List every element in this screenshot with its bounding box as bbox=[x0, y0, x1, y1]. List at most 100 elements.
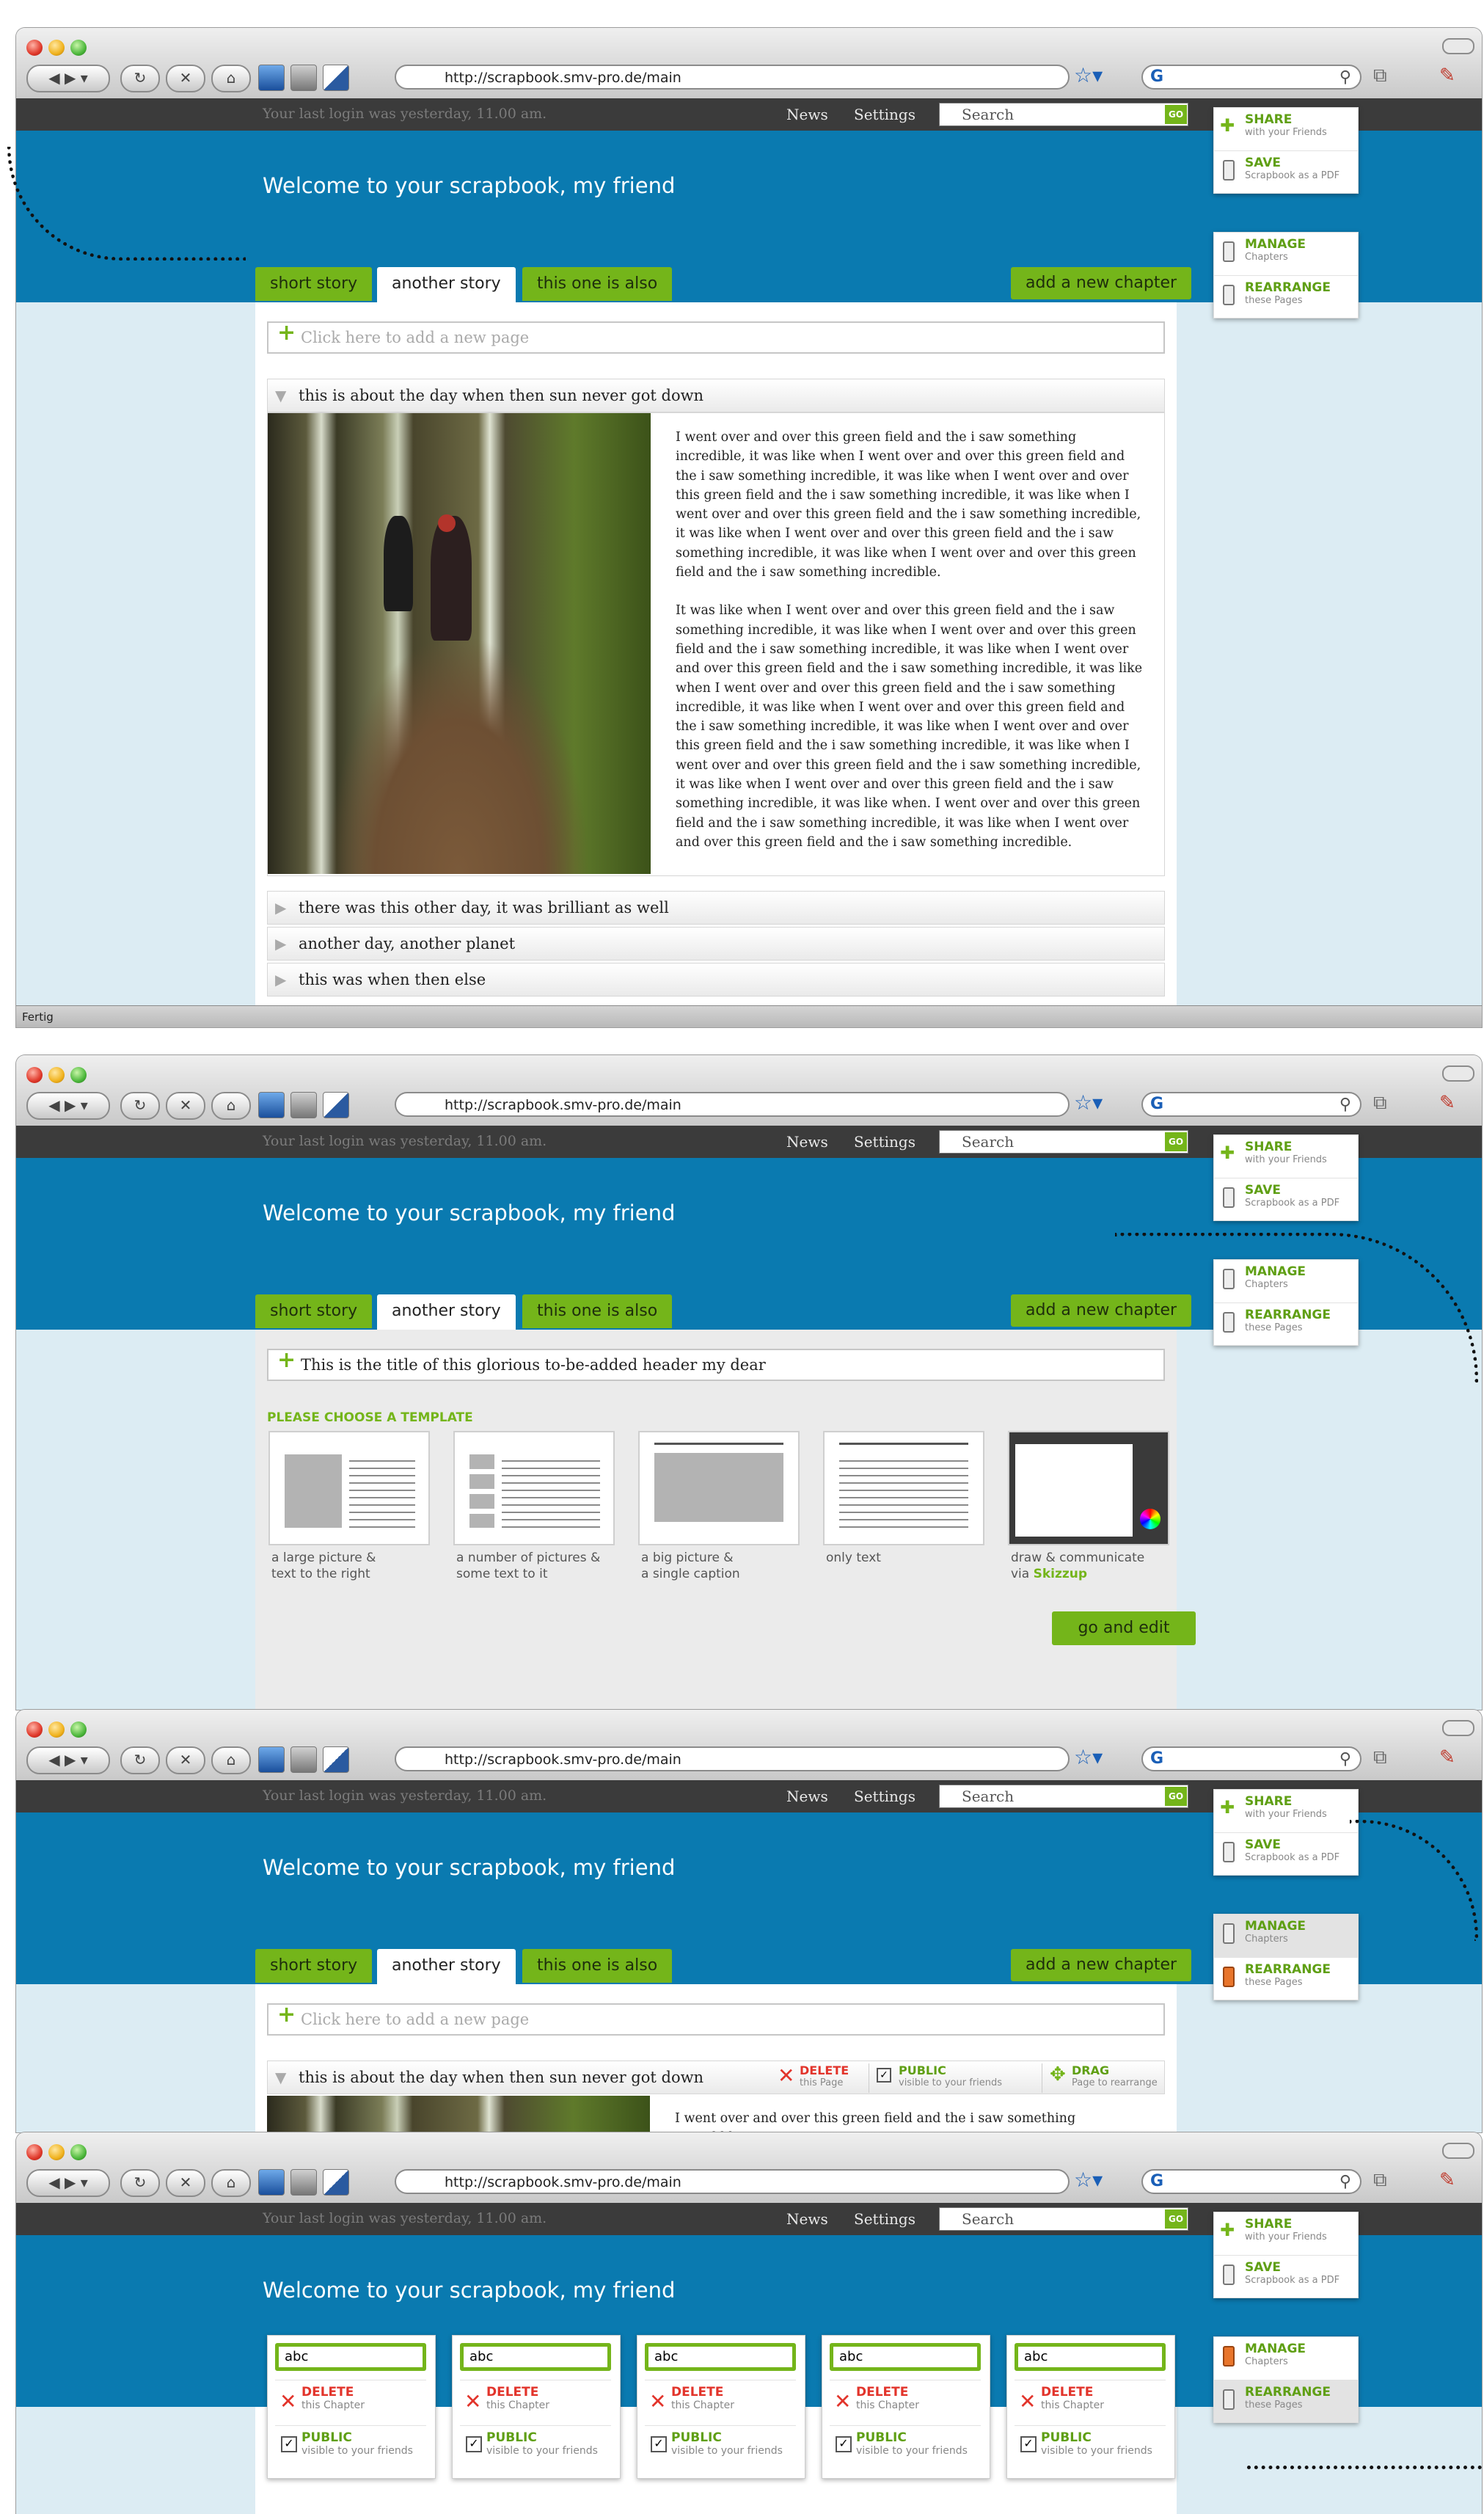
template-number-of-pictures[interactable] bbox=[453, 1431, 615, 1545]
public-page-toggle[interactable]: ✓ PUBLIC visible to your friends bbox=[869, 2063, 1031, 2093]
reload-button[interactable]: ↻ bbox=[120, 2169, 160, 2197]
save-menu-item[interactable]: SAVE Scrapbook as a PDF bbox=[1214, 2255, 1358, 2298]
tab-short-story[interactable]: short story bbox=[255, 1949, 373, 1983]
back-forward-button[interactable]: ◀ ▶ ▾ bbox=[26, 1746, 110, 1774]
new-page-title-input[interactable]: This is the title of this glorious to-be… bbox=[267, 1349, 1165, 1381]
tab-short-story[interactable]: short story bbox=[255, 1294, 373, 1328]
reload-button[interactable]: ↻ bbox=[120, 1092, 160, 1120]
manage-menu-item[interactable]: MANAGE Chapters bbox=[1214, 233, 1358, 275]
bookmark-star-icon[interactable]: ☆▾ bbox=[1074, 1090, 1103, 1115]
home-button[interactable]: ⌂ bbox=[211, 65, 251, 92]
bookmarks-icon[interactable] bbox=[258, 1746, 285, 1773]
nav-settings-link[interactable]: Settings bbox=[854, 106, 915, 123]
back-forward-button[interactable]: ◀ ▶ ▾ bbox=[26, 65, 110, 92]
search-go-button[interactable]: GO bbox=[1165, 2209, 1187, 2229]
search-go-button[interactable]: GO bbox=[1165, 1132, 1187, 1151]
screenshot-icon[interactable] bbox=[323, 1746, 349, 1773]
manage-menu-item[interactable]: MANAGE Chapters bbox=[1214, 1914, 1358, 1957]
chapter-name-input[interactable]: abc bbox=[275, 2343, 426, 2371]
bookmark-star-icon[interactable]: ☆▾ bbox=[1074, 2168, 1103, 2192]
chapter-name-input[interactable]: abc bbox=[460, 2343, 611, 2371]
page-accordion-collapsed[interactable]: ▶ this was when then else bbox=[267, 963, 1165, 997]
bookmark-star-icon[interactable]: ☆▾ bbox=[1074, 1745, 1103, 1769]
zoom-window-button[interactable] bbox=[70, 1721, 87, 1738]
nav-news-link[interactable]: News bbox=[786, 1788, 828, 1805]
share-menu-item[interactable]: ✚ SHARE with your Friends bbox=[1214, 108, 1358, 150]
minimize-window-button[interactable] bbox=[48, 2144, 65, 2160]
public-chapter-toggle[interactable]: ✓ PUBLIC visible to your friends bbox=[1015, 2425, 1166, 2470]
delete-page-button[interactable]: ✕ DELETE this Page bbox=[778, 2063, 858, 2093]
stop-button[interactable]: ✕ bbox=[166, 1746, 205, 1774]
screenshot-icon[interactable] bbox=[323, 65, 349, 91]
tab-another-story[interactable]: another story bbox=[377, 1949, 516, 1984]
tab-this-one-is-also[interactable]: this one is also bbox=[522, 267, 673, 301]
delete-chapter-button[interactable]: ✕ DELETE this Chapter bbox=[275, 2380, 426, 2424]
search-go-button[interactable]: GO bbox=[1165, 1787, 1187, 1806]
tab-this-one-is-also[interactable]: this one is also bbox=[522, 1949, 673, 1983]
template-skizzup[interactable] bbox=[1008, 1431, 1169, 1545]
add-chapter-button[interactable]: add a new chapter bbox=[1011, 1949, 1192, 1981]
template-large-picture-text[interactable] bbox=[268, 1431, 430, 1545]
public-chapter-toggle[interactable]: ✓ PUBLIC visible to your friends bbox=[275, 2425, 426, 2470]
tag-icon[interactable] bbox=[290, 65, 317, 91]
url-bar[interactable]: http://scrapbook.smv-pro.de/main bbox=[395, 1746, 1070, 1771]
share-menu-item[interactable]: ✚ SHARE with your Friends bbox=[1214, 1790, 1358, 1832]
tag-icon[interactable] bbox=[290, 2169, 317, 2196]
back-forward-button[interactable]: ◀ ▶ ▾ bbox=[26, 1092, 110, 1120]
home-button[interactable]: ⌂ bbox=[211, 1092, 251, 1120]
public-chapter-toggle[interactable]: ✓ PUBLIC visible to your friends bbox=[645, 2425, 796, 2470]
delete-chapter-button[interactable]: ✕ DELETE this Chapter bbox=[1015, 2380, 1166, 2424]
reload-button[interactable]: ↻ bbox=[120, 65, 160, 92]
back-forward-button[interactable]: ◀ ▶ ▾ bbox=[26, 2169, 110, 2197]
manage-menu-item[interactable]: MANAGE Chapters bbox=[1214, 2337, 1358, 2380]
new-window-icon[interactable]: ⧉ bbox=[1373, 2169, 1387, 2192]
bookmarks-icon[interactable] bbox=[258, 65, 285, 91]
new-window-icon[interactable]: ⧉ bbox=[1373, 1746, 1387, 1769]
url-bar[interactable]: http://scrapbook.smv-pro.de/main bbox=[395, 2169, 1070, 2194]
public-chapter-toggle[interactable]: ✓ PUBLIC visible to your friends bbox=[830, 2425, 981, 2470]
home-button[interactable]: ⌂ bbox=[211, 1746, 251, 1774]
close-window-button[interactable] bbox=[26, 40, 43, 56]
toolbar-toggle-button[interactable] bbox=[1442, 1065, 1474, 1082]
new-window-icon[interactable]: ⧉ bbox=[1373, 1092, 1387, 1115]
stop-button[interactable]: ✕ bbox=[166, 2169, 205, 2197]
edit-page-icon[interactable]: ✎ bbox=[1439, 65, 1455, 87]
screenshot-icon[interactable] bbox=[323, 1092, 349, 1118]
nav-news-link[interactable]: News bbox=[786, 1133, 828, 1151]
share-menu-item[interactable]: ✚ SHARE with your Friends bbox=[1214, 1135, 1358, 1178]
zoom-window-button[interactable] bbox=[70, 40, 87, 56]
page-accordion-collapsed[interactable]: ▶ another day, another planet bbox=[267, 927, 1165, 961]
add-page-input[interactable]: Click here to add a new page bbox=[267, 2003, 1165, 2036]
stop-button[interactable]: ✕ bbox=[166, 65, 205, 92]
add-chapter-button[interactable]: add a new chapter bbox=[1011, 267, 1192, 299]
add-page-input[interactable]: Click here to add a new page bbox=[267, 321, 1165, 354]
delete-chapter-button[interactable]: ✕ DELETE this Chapter bbox=[645, 2380, 796, 2424]
close-window-button[interactable] bbox=[26, 1721, 43, 1738]
bookmark-star-icon[interactable]: ☆▾ bbox=[1074, 63, 1103, 87]
google-search-field[interactable]: G ⚲ bbox=[1141, 2169, 1361, 2194]
drag-page-handle[interactable]: ✥ DRAG Page to rearrange bbox=[1042, 2063, 1167, 2093]
toolbar-toggle-button[interactable] bbox=[1442, 2143, 1474, 2159]
minimize-window-button[interactable] bbox=[48, 1721, 65, 1738]
rearrange-menu-item[interactable]: REARRANGE these Pages bbox=[1214, 2380, 1358, 2422]
skizzup-link[interactable]: Skizzup bbox=[1034, 1567, 1087, 1581]
save-menu-item[interactable]: SAVE Scrapbook as a PDF bbox=[1214, 150, 1358, 193]
home-button[interactable]: ⌂ bbox=[211, 2169, 251, 2197]
search-input[interactable]: Search bbox=[939, 1130, 1188, 1154]
go-and-edit-button[interactable]: go and edit bbox=[1052, 1611, 1196, 1645]
delete-chapter-button[interactable]: ✕ DELETE this Chapter bbox=[830, 2380, 981, 2424]
public-chapter-toggle[interactable]: ✓ PUBLIC visible to your friends bbox=[460, 2425, 611, 2470]
nav-settings-link[interactable]: Settings bbox=[854, 1788, 915, 1805]
minimize-window-button[interactable] bbox=[48, 1067, 65, 1083]
nav-settings-link[interactable]: Settings bbox=[854, 1133, 915, 1151]
url-bar[interactable]: http://scrapbook.smv-pro.de/main bbox=[395, 1092, 1070, 1117]
toolbar-toggle-button[interactable] bbox=[1442, 1720, 1474, 1736]
search-input[interactable]: Search bbox=[939, 2207, 1188, 2231]
chapter-name-input[interactable]: abc bbox=[1015, 2343, 1166, 2371]
page-accordion-open[interactable]: ▼ this is about the day when then sun nev… bbox=[267, 379, 1165, 412]
chapter-name-input[interactable]: abc bbox=[645, 2343, 796, 2371]
template-big-picture-caption[interactable] bbox=[638, 1431, 800, 1545]
bookmarks-icon[interactable] bbox=[258, 1092, 285, 1118]
new-window-icon[interactable]: ⧉ bbox=[1373, 65, 1387, 87]
chapter-name-input[interactable]: abc bbox=[830, 2343, 981, 2371]
